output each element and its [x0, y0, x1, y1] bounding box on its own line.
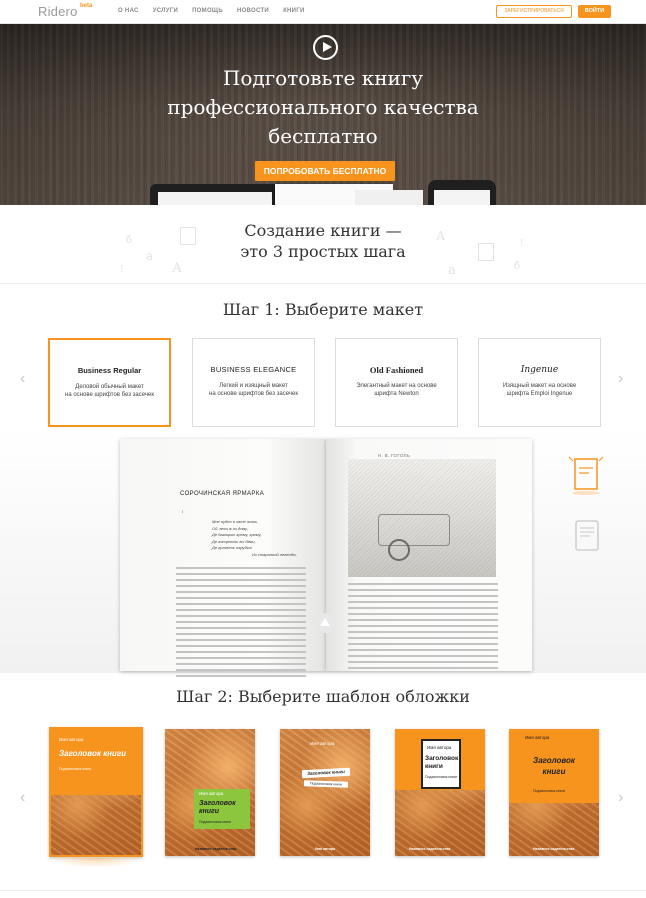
cover-subtitle: Подзаголовок книги	[533, 789, 565, 793]
cover-author: Имя автора	[525, 735, 550, 740]
hero-title-line: профессионального качества	[167, 95, 479, 119]
login-button[interactable]: ВОЙТИ	[578, 5, 611, 18]
cover-template-2[interactable]: Имя автора Заголовок книги Подзаголовок …	[165, 729, 255, 856]
layout-carousel: Business Regular Деловой обычный макет н…	[48, 338, 601, 427]
nav-link-about[interactable]: О НАС	[118, 8, 139, 14]
cover-title: Заголовок книги	[199, 800, 236, 815]
step2-title: Шаг 2: Выберите шаблон обложки	[176, 687, 470, 706]
chevron-right-icon[interactable]: ›	[618, 790, 628, 806]
book-page-right: Н. В. ГОГОЛЬ	[326, 439, 532, 671]
layout-card-business-elegance[interactable]: BUSINESS ELEGANCE Легкий и изящный макет…	[192, 338, 315, 427]
cover-title: Заголовок книги	[59, 749, 127, 758]
book-page-left: СОРОЧИНСКАЯ ЯРМАРКА I Мне нудно в хате ж…	[120, 439, 326, 677]
steps-intro: б а А ! А а б ! Создание книги — это 3 п…	[0, 205, 646, 284]
layout-name: Old Fashioned	[369, 365, 424, 375]
page-text-lines	[176, 567, 306, 681]
layout-description-line: на основе шрифтов без засечек	[209, 391, 298, 397]
nav-link-help[interactable]: ПОМОЩЬ	[192, 8, 223, 14]
decor-letter: а	[448, 263, 456, 278]
phone-device-image	[428, 180, 496, 205]
layout-name: Business Regular	[77, 366, 142, 375]
chapter-title: СОРОЧИНСКАЯ ЯРМАРКА	[180, 491, 265, 497]
cover-author: Имя автора	[59, 737, 84, 742]
chevron-left-icon[interactable]: ‹	[20, 371, 30, 387]
top-nav: Ridero beta О НАС УСЛУГИ ПОМОЩЬ НОВОСТИ …	[0, 0, 646, 24]
play-icon[interactable]	[313, 35, 338, 60]
layout-description-line: Элегантный макет на основе	[356, 383, 437, 389]
intro-title-line: это 3 простых шага	[240, 242, 406, 261]
chevron-right-icon[interactable]: ›	[618, 371, 628, 387]
chevron-left-icon[interactable]: ‹	[20, 790, 30, 806]
cover-subtitle: Подзаголовок книги	[59, 767, 91, 771]
cover-subtitle: Подзаголовок книги	[425, 775, 457, 779]
logo[interactable]: Ridero	[38, 4, 78, 19]
cover-publisher: Название издательства	[409, 847, 451, 851]
cover-title: Заголовок книги	[533, 756, 575, 776]
decor-letter: б	[514, 261, 521, 272]
logo-badge: beta	[80, 3, 93, 9]
book-preview: СОРОЧИНСКАЯ ЯРМАРКА I Мне нудно в хате ж…	[120, 439, 532, 677]
hero-title: Подготовьте книгу профессионального каче…	[0, 64, 646, 151]
layout-card-business-regular[interactable]: Business Regular Деловой обычный макет н…	[48, 338, 171, 427]
section-divider	[0, 890, 646, 891]
book-preview-area: СОРОЧИНСКАЯ ЯРМАРКА I Мне нудно в хате ж…	[0, 427, 646, 677]
nav-link-services[interactable]: УСЛУГИ	[153, 8, 178, 14]
step1-title: Шаг 1: Выберите макет	[222, 300, 424, 319]
register-button[interactable]: ЗАРЕГИСТРИРОВАТЬСЯ	[496, 5, 572, 18]
book-illustration	[348, 459, 496, 577]
layout-name: BUSINESS ELEGANCE	[210, 365, 297, 374]
cover-author: Имя автора	[199, 791, 224, 796]
printed-book-image	[355, 190, 423, 205]
layout-description: Элегантный макет на основе шрифта Newton	[344, 382, 449, 398]
cover-template-5[interactable]: Имя автора Заголовок книги Подзаголовок …	[509, 729, 599, 856]
tablet-icon[interactable]	[574, 519, 600, 553]
hero-title-line: Подготовьте книгу	[222, 66, 424, 90]
tablet-device-image	[150, 184, 280, 205]
book-icon[interactable]	[566, 454, 606, 496]
cover-template-4[interactable]: Имя автора Заголовок книги Подзаголовок …	[395, 729, 485, 856]
layout-description-line: шрифта Newton	[374, 391, 419, 397]
hero-title-line: бесплатно	[268, 124, 378, 148]
cover-cat-photo	[280, 729, 370, 856]
nav-link-news[interactable]: НОВОСТИ	[237, 8, 269, 14]
layout-description-line: Изящный макет на основе	[502, 383, 577, 389]
layout-description: Изящный макет на основе шрифта Emploi In…	[487, 382, 592, 398]
intro-title-line: Создание книги —	[244, 221, 402, 240]
layout-description-line: Легкий и изящный макет	[219, 383, 288, 389]
cover-publisher: Название издательства	[195, 847, 237, 851]
cover-template-1[interactable]: Имя автора Заголовок книги Подзаголовок …	[49, 727, 143, 857]
layout-description: Деловой обычный макет на основе шрифтов …	[58, 383, 161, 399]
epigraph: Мне нудно в хате жить. Ой, вези ж из дом…	[212, 519, 297, 558]
page-text-lines	[348, 583, 498, 673]
layout-description-line: на основе шрифтов без засечек	[65, 392, 154, 398]
layout-name: Ingenue	[520, 365, 559, 375]
nav-link-books[interactable]: КНИГИ	[283, 8, 305, 14]
cover-author: Имя автора	[427, 745, 452, 750]
selected-cover-shadow	[50, 858, 142, 868]
chevron-up-icon[interactable]	[315, 613, 335, 633]
layout-description-line: шрифта Emploi Ingenue	[506, 391, 573, 397]
cover-publisher: Имя автора	[315, 847, 336, 851]
intro-title: Создание книги — это 3 простых шага	[0, 220, 646, 262]
cover-subtitle: Подзаголовок книги	[199, 820, 231, 824]
chapter-number: I	[182, 509, 184, 514]
decor-letter: А	[172, 261, 182, 276]
decor-letter: !	[120, 265, 124, 275]
cover-title: Заголовок книги	[425, 755, 459, 770]
hero-banner: Подготовьте книгу профессионального каче…	[0, 24, 646, 205]
layout-card-ingenue[interactable]: Ingenue Изящный макет на основе шрифта E…	[478, 338, 601, 427]
layout-description-line: Деловой обычный макет	[75, 384, 144, 390]
layout-card-old-fashioned[interactable]: Old Fashioned Элегантный макет на основе…	[335, 338, 458, 427]
cover-template-3[interactable]: Имя автора Заголовок книги Подзаголовок …	[280, 729, 370, 856]
try-free-button[interactable]: ПОПРОБОВАТЬ БЕСПЛАТНО	[255, 161, 395, 181]
running-head: Н. В. ГОГОЛЬ	[378, 453, 411, 458]
nav-links: О НАС УСЛУГИ ПОМОЩЬ НОВОСТИ КНИГИ	[118, 8, 305, 14]
epigraph-source: Из старинной легенды.	[252, 551, 297, 557]
cover-carousel: Имя автора Заголовок книги Подзаголовок …	[48, 727, 600, 857]
cover-author: Имя автора	[310, 741, 335, 746]
cover-publisher: Название издательства	[533, 847, 575, 851]
layout-description: Легкий и изящный макет на основе шрифтов…	[201, 382, 306, 398]
